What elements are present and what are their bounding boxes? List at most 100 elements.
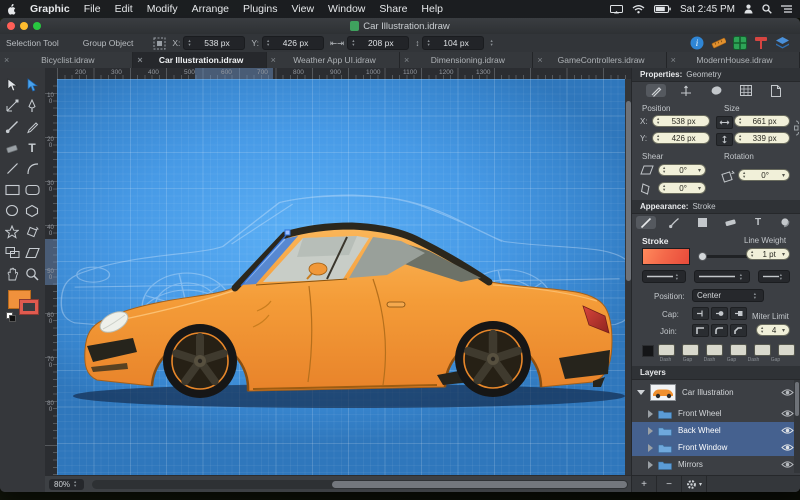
stroke-color-swatch[interactable]	[20, 300, 38, 314]
node-tool-icon[interactable]	[4, 98, 20, 114]
group-object-menu[interactable]: Group Object	[77, 38, 140, 48]
disclosure-closed-icon[interactable]	[648, 427, 653, 435]
layer-row-back-wheel[interactable]: Back Wheel	[632, 422, 794, 439]
tab-table-icon[interactable]	[736, 84, 756, 97]
notification-center-icon[interactable]	[781, 5, 792, 14]
selection-tool-menu[interactable]: Selection Tool	[0, 38, 65, 48]
tab-dimensioning[interactable]: ×Dimensioning.idraw	[400, 52, 533, 68]
layer-row-front-window[interactable]: Front Window	[632, 439, 794, 456]
tab-document-icon[interactable]	[766, 84, 786, 97]
toolbar-y-field[interactable]: ▴▾ 426 px	[262, 36, 324, 50]
zoom-window-button[interactable]	[33, 22, 41, 30]
gap-field[interactable]	[730, 344, 747, 356]
star-tool-icon[interactable]	[4, 224, 20, 240]
pen-tool-icon[interactable]	[24, 98, 40, 114]
tab-geometry-pen-icon[interactable]	[646, 84, 666, 97]
close-icon[interactable]: ×	[133, 55, 146, 65]
visibility-eye-icon[interactable]	[781, 409, 794, 418]
stepper-icon[interactable]: ▴▾	[352, 39, 354, 47]
menu-edit[interactable]: Edit	[108, 3, 140, 15]
close-icon[interactable]: ×	[0, 55, 13, 65]
grid-toggle-icon[interactable]	[733, 36, 747, 50]
tab-weather-app-ui[interactable]: ×Weather App UI.idraw	[267, 52, 400, 68]
scrollbar-thumb[interactable]	[795, 382, 799, 416]
stepper-icon[interactable]: ▴▾	[74, 480, 76, 488]
stroke-style-dropdown-2[interactable]: ▴▾	[694, 270, 750, 283]
brush-tool-icon[interactable]	[4, 119, 20, 135]
join-miter-button[interactable]	[692, 324, 709, 337]
ellipse-tool-icon[interactable]	[4, 203, 20, 219]
back-wheel[interactable]	[455, 321, 531, 397]
layer-settings-gear-icon[interactable]: ▾	[682, 476, 707, 492]
disclosure-closed-icon[interactable]	[648, 410, 653, 418]
appearance-toggle-icon[interactable]	[754, 36, 768, 50]
x-field[interactable]: ▴▾538 px	[652, 115, 710, 127]
tab-transform-icon[interactable]	[676, 84, 696, 97]
line-weight-field[interactable]: ▴▾1 pt▾	[746, 248, 790, 260]
direct-selection-tool-icon[interactable]	[24, 77, 40, 93]
cap-round-button[interactable]	[711, 307, 728, 320]
layer-row-car-illustration[interactable]: Car Illustration	[632, 380, 794, 404]
disclosure-closed-icon[interactable]	[648, 461, 653, 469]
arc-tool-icon[interactable]	[24, 161, 40, 177]
stroke-style-dropdown-1[interactable]: ▴▾	[642, 270, 686, 283]
selection-anchor-handle[interactable]	[285, 230, 290, 235]
miter-limit-field[interactable]: ▴▾4▾	[756, 324, 790, 336]
visibility-eye-icon[interactable]	[781, 388, 794, 397]
display-mirroring-icon[interactable]	[610, 5, 623, 14]
toolbar-height-field[interactable]: ▴▾ 104 px	[422, 36, 484, 50]
polygon-tool-icon[interactable]	[24, 203, 40, 219]
close-window-button[interactable]	[7, 22, 15, 30]
tab-shadow-icon[interactable]	[776, 216, 796, 229]
rounded-rectangle-tool-icon[interactable]	[24, 182, 40, 198]
car-artwork[interactable]	[57, 79, 625, 475]
menu-view[interactable]: View	[284, 3, 321, 15]
menu-window[interactable]: Window	[321, 3, 372, 15]
zoom-tool-icon[interactable]	[24, 266, 40, 282]
stepper-icon[interactable]: ▴▾	[188, 39, 190, 47]
menu-arrange[interactable]: Arrange	[185, 3, 236, 15]
remove-layer-button[interactable]: −	[657, 476, 682, 492]
layers-toggle-icon[interactable]	[775, 36, 790, 50]
y-field[interactable]: ▴▾426 px	[652, 132, 710, 144]
layer-row-front-wheel[interactable]: Front Wheel	[632, 405, 794, 422]
wifi-icon[interactable]	[632, 5, 645, 14]
text-tool-icon[interactable]: T	[24, 140, 40, 156]
tab-brush-icon[interactable]	[664, 216, 684, 229]
disclosure-closed-icon[interactable]	[648, 444, 653, 452]
width-field[interactable]: ▴▾661 px	[734, 115, 790, 127]
join-bevel-button[interactable]	[730, 324, 747, 337]
shear-y-field[interactable]: ▴▾0°▾	[658, 182, 706, 194]
menu-modify[interactable]: Modify	[140, 3, 185, 15]
slider-knob[interactable]	[698, 252, 707, 261]
stepper-icon[interactable]: ▴▾	[267, 39, 269, 47]
stroke-style-dropdown-3[interactable]: ▴▾	[758, 270, 790, 283]
minimize-window-button[interactable]	[20, 22, 28, 30]
pencil-tool-icon[interactable]	[24, 119, 40, 135]
layers-scrollbar[interactable]	[794, 380, 800, 473]
tab-modernhouse[interactable]: ×ModernHouse.idraw	[667, 52, 800, 68]
rectangle-tool-icon[interactable]	[4, 182, 20, 198]
close-icon[interactable]: ×	[667, 55, 680, 65]
visibility-eye-icon[interactable]	[781, 443, 794, 452]
rotation-field[interactable]: ▴▾0°▾	[738, 169, 790, 181]
stroke-color-well[interactable]	[642, 248, 690, 265]
menu-file[interactable]: File	[77, 3, 108, 15]
ruler-toggle-icon[interactable]	[711, 36, 726, 50]
side-mirror[interactable]	[309, 263, 327, 275]
visibility-eye-icon[interactable]	[781, 426, 794, 435]
tab-eraser-icon[interactable]	[720, 216, 740, 229]
tab-car-illustration[interactable]: ×Car Illustration.idraw	[133, 52, 266, 68]
front-wheel[interactable]	[163, 324, 237, 398]
toolbar-width-field[interactable]: ▴▾ 208 px	[347, 36, 409, 50]
height-field[interactable]: ▴▾339 px	[734, 132, 790, 144]
cap-butt-button[interactable]	[692, 307, 709, 320]
join-round-button[interactable]	[711, 324, 728, 337]
dash-field[interactable]	[754, 344, 771, 356]
eraser-tool-icon[interactable]	[4, 140, 20, 156]
tab-bicyclist[interactable]: ×Bicyclist.idraw	[0, 52, 133, 68]
canvas-horizontal-scrollbar[interactable]	[92, 480, 628, 489]
gap-field[interactable]	[682, 344, 699, 356]
stroke-position-dropdown[interactable]: Center▴▾	[692, 289, 764, 302]
tab-stroke-icon[interactable]	[636, 216, 656, 229]
